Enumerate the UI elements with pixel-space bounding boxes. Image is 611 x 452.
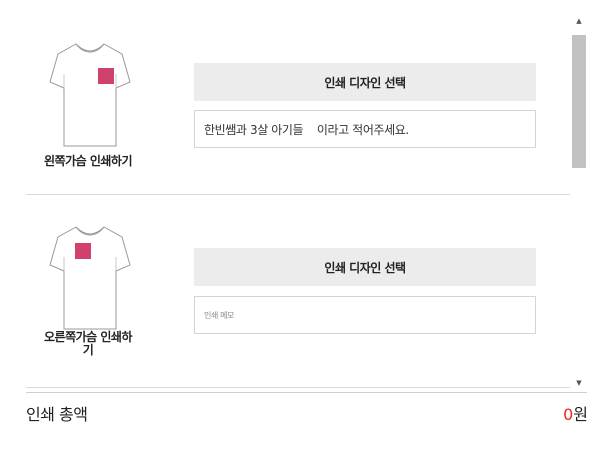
print-total-value: 0 (563, 405, 574, 424)
triangle-down-icon[interactable]: ▼ (571, 378, 587, 388)
scrollbar-thumb[interactable] (572, 35, 586, 168)
total-divider (26, 392, 587, 393)
tshirt-left-chest-icon (49, 43, 131, 147)
shirt-caption-line: 기 (82, 343, 94, 357)
row-divider (26, 387, 570, 388)
print-options-list: 왼쪽가슴 인쇄하기 인쇄 디자인 선택 한빈쌤과 3살 아기들 이라고 적어주세… (0, 0, 570, 392)
print-option-left-chest: 왼쪽가슴 인쇄하기 인쇄 디자인 선택 한빈쌤과 3살 아기들 이라고 적어주세… (0, 0, 570, 194)
print-total-amount: 0원 (563, 401, 588, 425)
print-memo-value: 한빈쌤과 3살 아기들 이라고 적어주세요. (204, 122, 409, 137)
select-print-design-button[interactable]: 인쇄 디자인 선택 (194, 248, 536, 286)
print-total-label: 인쇄 총액 (26, 405, 88, 424)
shirt-caption: 오른쪽가슴 인쇄하 기 (18, 331, 158, 357)
select-print-design-button[interactable]: 인쇄 디자인 선택 (194, 63, 536, 101)
shirt-caption: 왼쪽가슴 인쇄하기 (44, 154, 133, 168)
currency-unit: 원 (573, 405, 588, 424)
tshirt-right-chest-icon (49, 226, 131, 330)
triangle-up-icon[interactable]: ▲ (571, 16, 587, 26)
print-option-right-chest: 오른쪽가슴 인쇄하 기 인쇄 디자인 선택 인쇄 메모 (0, 195, 570, 387)
vertical-scrollbar[interactable]: ▲ ▼ (571, 16, 587, 392)
print-memo-placeholder: 인쇄 메모 (204, 310, 234, 320)
print-memo-input[interactable]: 인쇄 메모 (194, 296, 536, 334)
print-memo-input[interactable]: 한빈쌤과 3살 아기들 이라고 적어주세요. (194, 110, 536, 148)
